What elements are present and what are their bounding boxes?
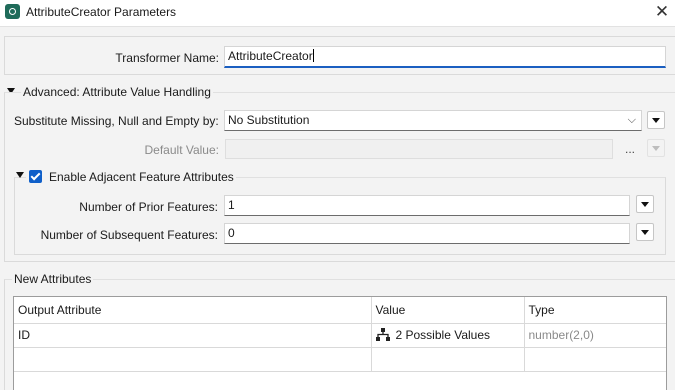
default-value-ellipsis-button[interactable]: ... [620,143,640,161]
column-header-type[interactable]: Type [524,297,666,324]
default-value-label: Default Value: [144,143,220,157]
table-row-empty[interactable] [14,347,666,372]
text-caret [312,49,314,62]
default-value-menu-button[interactable] [647,139,665,157]
output-attribute-cell[interactable]: ID [14,323,372,348]
substitute-select[interactable]: No Substitution ⌵ [224,110,642,131]
transformer-name-value: AttributeCreator [228,49,313,63]
close-icon[interactable]: ✕ [651,1,673,23]
subsequent-features-label: Number of Subsequent Features: [40,228,218,242]
default-value-input[interactable] [225,139,613,159]
enable-adjacent-label: Enable Adjacent Feature Attributes [49,170,234,184]
column-header-output-attribute[interactable]: Output Attribute [14,297,372,324]
empty-cell[interactable] [14,347,372,372]
prior-features-menu-button[interactable] [636,195,654,213]
title-bar: AttributeCreator Parameters ✕ [0,0,675,26]
window-title: AttributeCreator Parameters [26,5,177,19]
advanced-section-legend: Advanced: Attribute Value Handling [21,85,213,99]
chevron-down-icon: ⌵ [627,114,636,126]
title-separator [0,26,675,27]
transformer-name-label: Transformer Name: [115,51,219,65]
value-cell-text: 2 Possible Values [395,328,491,342]
subsequent-features-menu-button[interactable] [636,223,654,241]
substitute-label: Substitute Missing, Null and Empty by: [14,114,219,128]
transformer-name-input[interactable]: AttributeCreator [224,46,666,68]
subsequent-features-input[interactable]: 0 [224,223,630,244]
table-row[interactable]: ID 2 Possible Values number(2,0) [14,323,666,348]
collapse-adjacent-icon[interactable] [16,172,24,178]
empty-cell[interactable] [524,347,666,372]
new-attributes-title: New Attributes [12,272,94,286]
empty-cell[interactable] [371,347,525,372]
app-icon [5,4,20,19]
substitute-value: No Substitution [228,113,310,127]
table-header-row: Output Attribute Value Type [14,297,666,324]
enable-adjacent-checkbox[interactable] [29,170,42,183]
attributes-table: Output Attribute Value Type ID 2 Possibl… [14,297,666,372]
prior-features-label: Number of Prior Features: [79,200,218,214]
type-cell[interactable]: number(2,0) [524,323,666,348]
tree-icon [375,328,390,341]
value-cell[interactable]: 2 Possible Values [371,323,525,348]
column-header-value[interactable]: Value [371,297,525,324]
prior-features-input[interactable]: 1 [224,195,630,216]
substitute-menu-button[interactable] [647,111,665,129]
